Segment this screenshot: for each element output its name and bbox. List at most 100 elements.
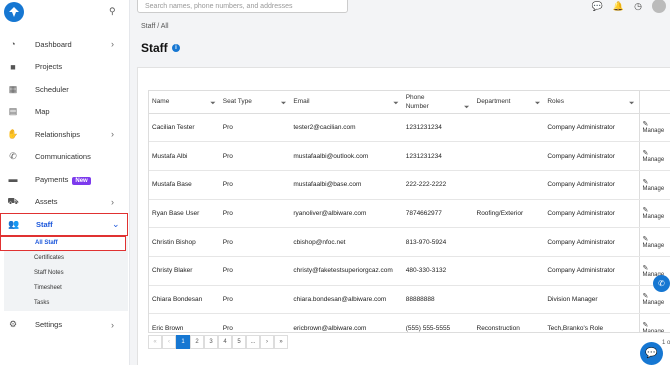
cell-department bbox=[473, 285, 545, 315]
sidebar-item-staff[interactable]: 👥 Staff ⌄ bbox=[0, 213, 128, 236]
table-row[interactable]: Cacilian Tester Pro tester2@cacilian.com 12… bbox=[149, 113, 670, 143]
table-header-row: Name ⏷ Seat Type ⏷ Email ⏷ Phone Number ⏷ De… bbox=[149, 91, 670, 114]
submenu-timesheet[interactable]: Timesheet bbox=[4, 281, 128, 296]
table-row[interactable]: Chiara Bondesan Pro chiara.bondesan@albiwa… bbox=[149, 285, 670, 315]
cell-roles: Company Administrator bbox=[544, 113, 639, 143]
dashboard-icon: ◔ bbox=[10, 39, 16, 50]
prev-page-button[interactable]: ‹ bbox=[162, 335, 176, 349]
filter-icon[interactable]: ⏷ bbox=[393, 100, 399, 108]
manage-cell: ✎ Manage bbox=[638, 227, 670, 257]
filter-icon[interactable]: ⏷ bbox=[281, 100, 287, 108]
pencil-icon[interactable]: ✎ bbox=[643, 292, 670, 300]
column-header-department[interactable]: Department ⏷ bbox=[473, 91, 545, 114]
page-info: 1 o bbox=[662, 340, 670, 346]
sidebar-item-relationships[interactable]: ✋ Relationships › bbox=[0, 123, 130, 146]
filter-icon[interactable]: ⏷ bbox=[535, 100, 541, 108]
app-logo[interactable] bbox=[4, 2, 24, 22]
pencil-icon[interactable]: ✎ bbox=[643, 178, 670, 186]
submenu-certificates[interactable]: Certificates bbox=[4, 251, 128, 266]
table-row[interactable]: Christy Blaker Pro christy@faketestsuperio… bbox=[149, 256, 670, 286]
manage-cell: ✎ Manage bbox=[638, 170, 670, 200]
pencil-icon[interactable]: ✎ bbox=[643, 264, 670, 272]
chevron-right-icon: › bbox=[111, 319, 114, 330]
last-page-button[interactable]: » bbox=[274, 335, 288, 349]
pencil-icon[interactable]: ✎ bbox=[643, 206, 670, 214]
table-row[interactable]: Christin Bishop Pro cbishop@nfoc.net 813-97… bbox=[149, 227, 670, 257]
submenu-staff-notes[interactable]: Staff Notes bbox=[4, 266, 128, 281]
submenu-tasks[interactable]: Tasks bbox=[4, 296, 128, 311]
page-button-5[interactable]: 5 bbox=[232, 335, 246, 349]
cell-name: Mustafa Albi bbox=[149, 141, 220, 171]
manage-link[interactable]: Manage bbox=[643, 243, 665, 249]
manage-cell: ✎ Manage bbox=[638, 313, 670, 332]
manage-link[interactable]: Manage bbox=[643, 186, 665, 192]
sidebar-item-payments[interactable]: ▬ Payments New bbox=[0, 168, 130, 191]
cell-seat-type: Pro bbox=[219, 141, 291, 171]
map-icon: ▤ bbox=[8, 106, 18, 117]
column-header-phone[interactable]: Phone Number ⏷ bbox=[402, 91, 474, 114]
search-input[interactable]: Search names, phone numbers, and address… bbox=[137, 0, 348, 13]
column-header-roles[interactable]: Roles ⏷ bbox=[544, 91, 639, 114]
info-icon[interactable]: i bbox=[172, 44, 180, 52]
sidebar-item-communications[interactable]: ✆ Communications bbox=[0, 146, 130, 169]
sidebar-item-scheduler[interactable]: ▦ Scheduler bbox=[0, 78, 130, 101]
filter-icon[interactable]: ⏷ bbox=[464, 104, 470, 112]
page-button-1[interactable]: 1 bbox=[176, 335, 190, 349]
chevron-right-icon: › bbox=[111, 129, 114, 140]
chevron-right-icon: › bbox=[111, 196, 114, 207]
cell-name: Eric Brown bbox=[149, 313, 220, 332]
column-header-email[interactable]: Email ⏷ bbox=[290, 91, 403, 114]
table-row[interactable]: Mustafa Base Pro mustafaalbi@base.com 222-2… bbox=[149, 170, 670, 200]
submenu-all-staff[interactable]: All Staff bbox=[0, 235, 126, 251]
manage-link[interactable]: Manage bbox=[643, 157, 665, 163]
manage-cell: ✎ Manage bbox=[638, 199, 670, 229]
table-row[interactable]: Ryan Base User Pro ryanoliver@albiware.com… bbox=[149, 199, 670, 229]
manage-link[interactable]: Manage bbox=[643, 329, 665, 332]
bell-icon[interactable]: 🔔 bbox=[613, 1, 624, 12]
phone-fab-icon[interactable]: ✆ bbox=[653, 275, 670, 292]
cell-phone: 480-330-3132 bbox=[402, 256, 474, 286]
manage-link[interactable]: Manage bbox=[643, 300, 665, 306]
page-button-2[interactable]: 2 bbox=[190, 335, 204, 349]
pencil-icon[interactable]: ✎ bbox=[643, 149, 670, 157]
avatar[interactable] bbox=[652, 0, 666, 13]
manage-link[interactable]: Manage bbox=[643, 128, 665, 134]
pin-icon[interactable]: ⚲ bbox=[109, 6, 116, 17]
pencil-icon[interactable]: ✎ bbox=[643, 120, 670, 128]
first-page-button[interactable]: « bbox=[148, 335, 162, 349]
manage-cell: ✎ Manage bbox=[638, 113, 670, 143]
pencil-icon[interactable]: ✎ bbox=[643, 235, 670, 243]
sidebar-nav: ◔ Dashboard › ■ Projects ▦ Scheduler ▤ M… bbox=[0, 33, 130, 336]
wallet-icon: ▬ bbox=[8, 174, 18, 185]
sidebar-item-assets[interactable]: ⛟ Assets › bbox=[0, 191, 130, 214]
cell-roles: Tech,Branko's Role bbox=[544, 313, 639, 332]
page-button-4[interactable]: 4 bbox=[218, 335, 232, 349]
chat-fab-icon[interactable]: 💬 bbox=[640, 342, 663, 365]
pencil-icon[interactable]: ✎ bbox=[643, 321, 670, 329]
filter-icon[interactable]: ⏷ bbox=[210, 100, 216, 108]
truck-icon: ⛟ bbox=[7, 195, 19, 206]
column-header-seat-type[interactable]: Seat Type ⏷ bbox=[219, 91, 291, 114]
cell-email: chiara.bondesan@albiware.com bbox=[290, 285, 403, 315]
cell-department bbox=[473, 113, 545, 143]
page-button-3[interactable]: 3 bbox=[204, 335, 218, 349]
sidebar-item-dashboard[interactable]: ◔ Dashboard › bbox=[0, 33, 130, 56]
sidebar-item-projects[interactable]: ■ Projects bbox=[0, 56, 130, 79]
filter-icon[interactable]: ⏷ bbox=[629, 100, 635, 108]
chat-bubble-icon[interactable]: 💬 bbox=[592, 1, 603, 12]
cell-roles: Company Administrator bbox=[544, 199, 639, 229]
cell-phone: 88888888 bbox=[402, 285, 474, 315]
table-row[interactable]: Eric Brown Pro ericbrown@albiware.com (555)… bbox=[149, 313, 670, 332]
cell-department bbox=[473, 170, 545, 200]
column-header-name[interactable]: Name ⏷ bbox=[149, 91, 220, 114]
manage-link[interactable]: Manage bbox=[643, 214, 665, 220]
cell-phone: 1231231234 bbox=[402, 113, 474, 143]
next-page-button[interactable]: › bbox=[260, 335, 274, 349]
sidebar-item-settings[interactable]: ⚙ Settings › bbox=[0, 314, 130, 337]
cell-email: cbishop@nfoc.net bbox=[290, 227, 403, 257]
clock-icon[interactable]: ◷ bbox=[634, 1, 642, 12]
cell-seat-type: Pro bbox=[219, 199, 291, 229]
sidebar-item-map[interactable]: ▤ Map bbox=[0, 101, 130, 124]
cell-seat-type: Pro bbox=[219, 313, 291, 332]
table-row[interactable]: Mustafa Albi Pro mustafaalbi@outlook.com 12… bbox=[149, 141, 670, 171]
